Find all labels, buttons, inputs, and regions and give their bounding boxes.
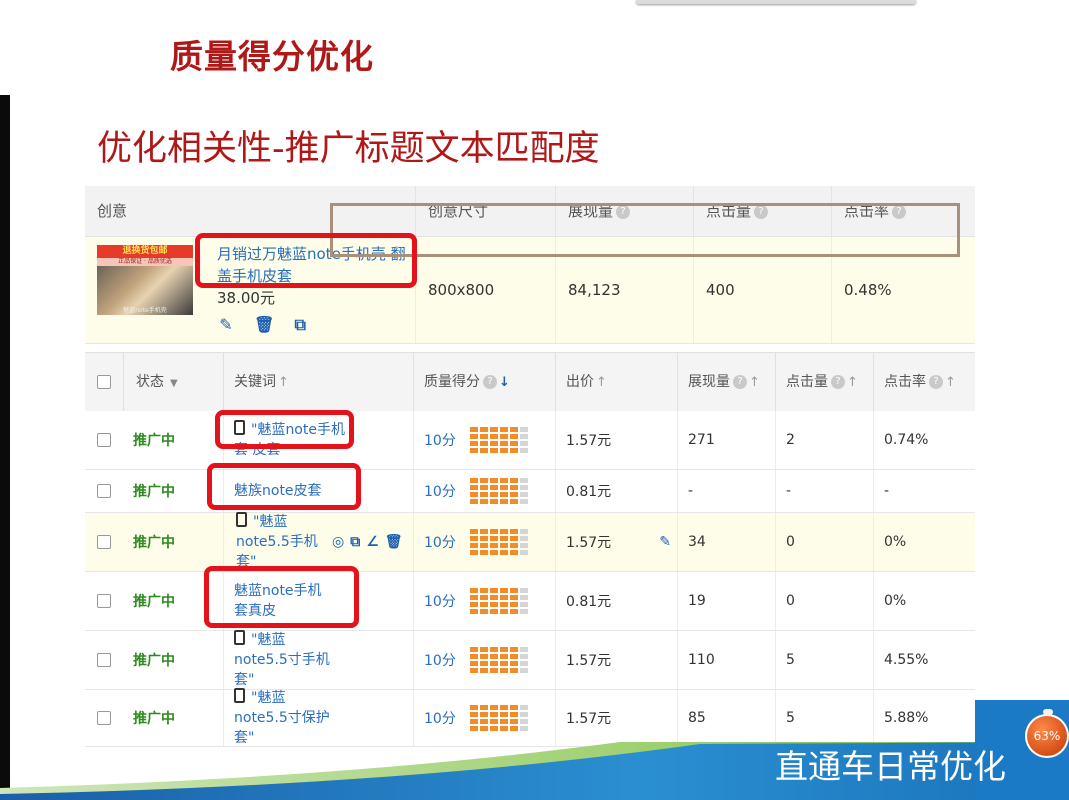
mobile-icon [234,630,245,645]
help-icon[interactable]: ? [831,375,845,389]
bid-value: 1.57元 [566,535,612,551]
table-row: 推广中 "魅蓝note5.5寸手机套" 10分 1.57元 110 5 4.55… [85,630,975,690]
header-kw-ctr[interactable]: 点击率? ↑ [873,353,975,411]
dropdown-caret-icon: ▼ [170,378,178,389]
bid-value: 0.81元 [555,572,677,630]
quality-bar [469,427,528,453]
clicks-value: 0 [775,572,873,630]
quality-score: 10分 [424,484,456,500]
target-icon[interactable]: ◎ [332,534,344,550]
help-icon[interactable]: ? [929,375,943,389]
table-row: 推广中 "魅蓝note5.5手机套" ◎ ⧉ ∠ 🗑 10分 1.57元 ✎ 34… [85,512,975,572]
header-keyword[interactable]: 关键词 ↑ [223,353,413,411]
sort-arrow-icon: ↑ [749,375,760,390]
quality-bar [469,647,528,673]
row-checkbox[interactable] [97,653,111,667]
sort-arrow-icon: ↑ [847,375,858,390]
metrics-highlight-box [330,203,960,257]
quality-score: 10分 [424,535,456,551]
keyword-highlight-box [207,463,361,510]
header-quality[interactable]: 质量得分? ↓ [413,353,555,411]
clicks-value: - [775,470,873,512]
status-label: 推广中 [133,594,175,610]
header-kw-clicks[interactable]: 点击量? ↑ [775,353,873,411]
help-icon[interactable]: ? [483,375,497,389]
sort-arrow-icon: ↑ [278,375,289,390]
slide-subtitle: 优化相关性-推广标题文本匹配度 [97,129,600,169]
quality-bar [469,588,528,614]
bid-value: 1.57元 [555,411,677,469]
header-select-all [85,353,123,411]
preview-icon[interactable]: ⧉ [350,534,360,550]
header-kw-impressions[interactable]: 展现量? ↑ [677,353,775,411]
thumbnail-footer: 魅蓝note手机壳 [123,307,167,314]
keyword-highlight-box [215,410,354,449]
clicks-value: 2 [775,411,873,469]
help-icon[interactable]: ? [733,375,747,389]
impressions-value: 19 [677,572,775,630]
quality-bar [469,478,528,504]
slide-title: 质量得分优化 [170,37,374,76]
select-all-checkbox[interactable] [97,375,111,389]
status-label: 推广中 [133,653,175,669]
pencil-icon[interactable]: ✎ [659,534,671,550]
header-status[interactable]: 状态 ▼ [123,353,223,411]
impressions-value: 271 [677,411,775,469]
mobile-icon [236,512,247,527]
status-label: 推广中 [133,535,175,551]
progress-badge: 63% [1025,714,1069,758]
ctr-value: 0% [873,572,975,630]
keyword-link[interactable]: "魅蓝note5.5手机套" [236,512,328,572]
ctr-value: 4.55% [873,631,975,689]
row-checkbox[interactable] [97,535,111,549]
keyword-table-header: 状态 ▼ 关键词 ↑ 质量得分? ↓ 出价 ↑ 展现量? ↑ 点击量? ↑ 点击率? ↑ [85,352,975,412]
preview-icon[interactable]: ⧉ [291,317,309,333]
sort-arrow-icon: ↑ [945,375,956,390]
creative-actions: ✎ 🗑 ⧉ [217,315,323,334]
creative-thumbnail[interactable]: 退换货包邮 正品保证 · 品质优选 魅蓝note手机壳 [97,245,193,315]
bid-value: 0.81元 [555,470,677,512]
left-dark-strip [0,95,10,800]
ctr-value: - [873,470,975,512]
creative-price: 38.00元 [217,289,275,307]
keyword-highlight-box [204,566,359,628]
quality-score: 10分 [424,433,456,449]
impressions-value: - [677,470,775,512]
top-tab-shadow [636,0,916,4]
chart-icon[interactable]: ∠ [366,534,379,550]
impressions-value: 34 [677,513,775,571]
keyword-link[interactable]: "魅蓝note5.5寸手机套" [234,630,334,690]
quality-score: 10分 [424,653,456,669]
title-highlight-box [195,233,417,288]
row-checkbox[interactable] [97,433,111,447]
edit-icon[interactable]: ✎ [217,317,235,333]
status-label: 推广中 [133,484,175,500]
row-checkbox[interactable] [97,594,111,608]
quality-score: 10分 [424,594,456,610]
clicks-value: 0 [775,513,873,571]
sort-arrow-icon: ↑ [596,375,607,390]
ctr-value: 0% [873,513,975,571]
impressions-value: 110 [677,631,775,689]
clicks-value: 5 [775,631,873,689]
bid-value: 1.57元 [555,631,677,689]
status-label: 推广中 [133,433,175,449]
delete-icon[interactable]: 🗑 [254,317,274,333]
table-separator [85,344,975,352]
quality-bar [469,529,528,555]
footer-label: 直通车日常优化 [775,747,1006,786]
thumbnail-sub: 正品保证 · 品质优选 [97,258,193,266]
header-bid[interactable]: 出价 ↑ [555,353,677,411]
thumbnail-banner: 退换货包邮 [97,245,193,258]
ctr-value: 0.74% [873,411,975,469]
sort-arrow-icon: ↓ [499,375,510,390]
row-checkbox[interactable] [97,484,111,498]
delete-icon[interactable]: 🗑 [385,534,403,550]
